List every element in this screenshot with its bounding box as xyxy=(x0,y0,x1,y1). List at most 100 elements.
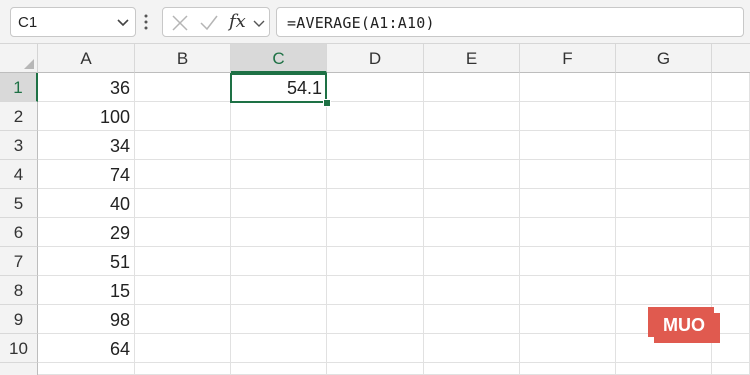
cell-f1[interactable] xyxy=(520,73,616,102)
row-header-3[interactable]: 3 xyxy=(0,131,38,160)
cell-g6[interactable] xyxy=(616,218,712,247)
cell-f9[interactable] xyxy=(520,305,616,334)
cell-e11[interactable] xyxy=(424,363,520,375)
column-header-e[interactable]: E xyxy=(424,44,520,73)
select-all-button[interactable] xyxy=(0,44,38,73)
cell-h2[interactable] xyxy=(712,102,750,131)
cell-e5[interactable] xyxy=(424,189,520,218)
formula-input[interactable]: =AVERAGE(A1:A10) xyxy=(276,7,744,37)
cell-b2[interactable] xyxy=(135,102,231,131)
chevron-down-icon[interactable] xyxy=(253,17,265,29)
cell-b6[interactable] xyxy=(135,218,231,247)
cell-e2[interactable] xyxy=(424,102,520,131)
cell-b4[interactable] xyxy=(135,160,231,189)
row-header-2[interactable]: 2 xyxy=(0,102,38,131)
cell-c11[interactable] xyxy=(231,363,327,375)
column-header-a[interactable]: A xyxy=(38,44,135,73)
cell-a10[interactable]: 64 xyxy=(38,334,135,363)
cell-d3[interactable] xyxy=(327,131,424,160)
cell-f10[interactable] xyxy=(520,334,616,363)
cell-e1[interactable] xyxy=(424,73,520,102)
cell-g5[interactable] xyxy=(616,189,712,218)
cell-a7[interactable]: 51 xyxy=(38,247,135,276)
cell-h7[interactable] xyxy=(712,247,750,276)
cell-b11[interactable] xyxy=(135,363,231,375)
cell-c6[interactable] xyxy=(231,218,327,247)
cell-f5[interactable] xyxy=(520,189,616,218)
formula-text[interactable]: =AVERAGE(A1:A10) xyxy=(287,14,435,32)
row-header-7[interactable]: 7 xyxy=(0,247,38,276)
cancel-icon[interactable] xyxy=(171,14,189,32)
column-header-d[interactable]: D xyxy=(327,44,424,73)
cell-g1[interactable] xyxy=(616,73,712,102)
cell-g7[interactable] xyxy=(616,247,712,276)
cell-e8[interactable] xyxy=(424,276,520,305)
row-header-4[interactable]: 4 xyxy=(0,160,38,189)
row-header-10[interactable]: 10 xyxy=(0,334,38,363)
more-options-icon[interactable] xyxy=(143,13,149,31)
cell-c7[interactable] xyxy=(231,247,327,276)
cell-g2[interactable] xyxy=(616,102,712,131)
cell-a2[interactable]: 100 xyxy=(38,102,135,131)
cell-b1[interactable] xyxy=(135,73,231,102)
cell-c3[interactable] xyxy=(231,131,327,160)
cell-a1[interactable]: 36 xyxy=(38,73,135,102)
cell-a9[interactable]: 98 xyxy=(38,305,135,334)
cell-b5[interactable] xyxy=(135,189,231,218)
cell-c10[interactable] xyxy=(231,334,327,363)
cell-c2[interactable] xyxy=(231,102,327,131)
row-header-6[interactable]: 6 xyxy=(0,218,38,247)
row-header-11[interactable] xyxy=(0,363,38,375)
row-header-5[interactable]: 5 xyxy=(0,189,38,218)
cell-f6[interactable] xyxy=(520,218,616,247)
cell-g8[interactable] xyxy=(616,276,712,305)
cell-h8[interactable] xyxy=(712,276,750,305)
cell-e9[interactable] xyxy=(424,305,520,334)
column-header-h[interactable] xyxy=(712,44,750,73)
chevron-down-icon[interactable] xyxy=(116,15,130,29)
cell-d4[interactable] xyxy=(327,160,424,189)
cell-f7[interactable] xyxy=(520,247,616,276)
cell-e3[interactable] xyxy=(424,131,520,160)
cell-f2[interactable] xyxy=(520,102,616,131)
cell-d9[interactable] xyxy=(327,305,424,334)
cell-c1[interactable]: 54.1 xyxy=(231,73,327,102)
cell-a5[interactable]: 40 xyxy=(38,189,135,218)
column-header-f[interactable]: F xyxy=(520,44,616,73)
cell-d6[interactable] xyxy=(327,218,424,247)
cell-c9[interactable] xyxy=(231,305,327,334)
cell-d5[interactable] xyxy=(327,189,424,218)
cell-c8[interactable] xyxy=(231,276,327,305)
row-header-8[interactable]: 8 xyxy=(0,276,38,305)
cell-g3[interactable] xyxy=(616,131,712,160)
cell-e7[interactable] xyxy=(424,247,520,276)
name-box-value[interactable]: C1 xyxy=(18,14,37,31)
cell-a8[interactable]: 15 xyxy=(38,276,135,305)
cell-d10[interactable] xyxy=(327,334,424,363)
cell-a11[interactable] xyxy=(38,363,135,375)
cell-a6[interactable]: 29 xyxy=(38,218,135,247)
cell-f3[interactable] xyxy=(520,131,616,160)
cell-d11[interactable] xyxy=(327,363,424,375)
cell-e4[interactable] xyxy=(424,160,520,189)
cell-h5[interactable] xyxy=(712,189,750,218)
cell-h11[interactable] xyxy=(712,363,750,375)
enter-check-icon[interactable] xyxy=(199,14,219,32)
cell-h3[interactable] xyxy=(712,131,750,160)
row-header-9[interactable]: 9 xyxy=(0,305,38,334)
cell-e10[interactable] xyxy=(424,334,520,363)
cell-f11[interactable] xyxy=(520,363,616,375)
cell-h4[interactable] xyxy=(712,160,750,189)
cell-b10[interactable] xyxy=(135,334,231,363)
cell-b3[interactable] xyxy=(135,131,231,160)
cell-b7[interactable] xyxy=(135,247,231,276)
column-header-c[interactable]: C xyxy=(231,44,327,73)
cell-a4[interactable]: 74 xyxy=(38,160,135,189)
cell-c5[interactable] xyxy=(231,189,327,218)
column-header-g[interactable]: G xyxy=(616,44,712,73)
name-box[interactable]: C1 xyxy=(10,7,136,37)
cell-a3[interactable]: 34 xyxy=(38,131,135,160)
cell-h6[interactable] xyxy=(712,218,750,247)
cell-b8[interactable] xyxy=(135,276,231,305)
column-header-b[interactable]: B xyxy=(135,44,231,73)
